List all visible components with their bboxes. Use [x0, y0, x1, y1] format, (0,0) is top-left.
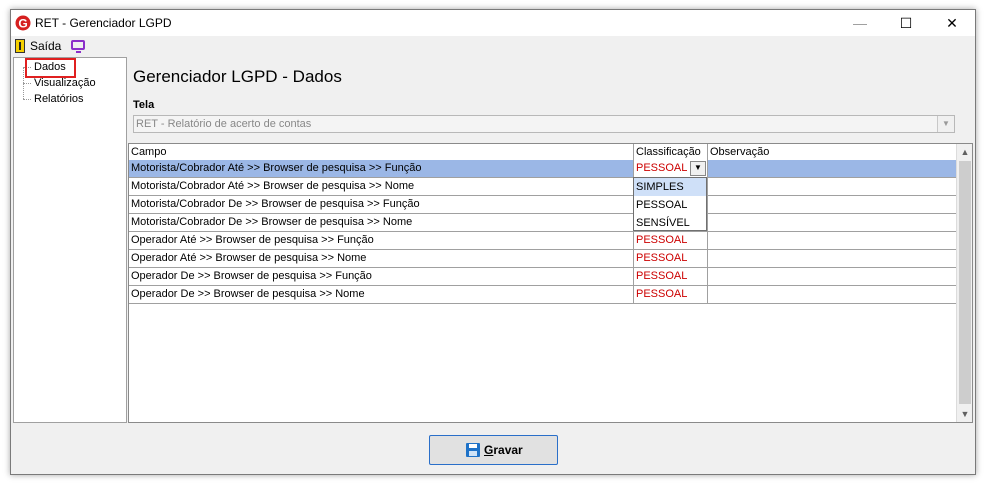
menu-exit[interactable]: Saída: [30, 39, 61, 53]
svg-text:G: G: [18, 17, 27, 31]
cell-classificacao: PESSOAL: [636, 162, 688, 174]
dropdown-option-pessoal[interactable]: PESSOAL: [634, 196, 706, 214]
cell-observacao[interactable]: [708, 160, 957, 177]
tree-item-relatorios[interactable]: Relatórios: [34, 93, 84, 105]
cell-campo[interactable]: Motorista/Cobrador De >> Browser de pesq…: [129, 214, 634, 231]
vertical-scrollbar[interactable]: ▲ ▼: [956, 144, 972, 422]
fields-grid: Campo Classificação Observação Motorista…: [128, 143, 973, 423]
menu-bar: Saída: [11, 36, 975, 56]
maximize-button[interactable]: ☐: [883, 10, 929, 36]
column-header-observacao[interactable]: Observação: [708, 144, 957, 160]
table-row[interactable]: Operador Até >> Browser de pesquisa >> N…: [129, 250, 957, 268]
tree-item-dados[interactable]: Dados: [34, 61, 66, 73]
column-header-campo[interactable]: Campo: [129, 144, 634, 160]
save-button[interactable]: Gravar: [429, 435, 558, 465]
cell-observacao[interactable]: [708, 286, 957, 303]
exit-door-icon[interactable]: [15, 39, 25, 53]
cell-observacao[interactable]: [708, 268, 957, 285]
cell-classificacao[interactable]: PESSOAL: [634, 232, 708, 249]
app-window: G RET - Gerenciador LGPD — ☐ ✕ Saída Dad…: [10, 9, 976, 475]
cell-observacao[interactable]: [708, 250, 957, 267]
save-button-label: Gravar: [484, 443, 523, 457]
cell-classificacao[interactable]: PESSOAL: [634, 286, 708, 303]
cell-observacao[interactable]: [708, 178, 957, 195]
footer-bar: Gravar: [11, 423, 975, 474]
cell-campo[interactable]: Motorista/Cobrador Até >> Browser de pes…: [129, 160, 634, 177]
table-row[interactable]: Motorista/Cobrador De >> Browser de pesq…: [129, 196, 957, 214]
dropdown-option-simples[interactable]: SIMPLES: [634, 178, 706, 196]
title-bar: G RET - Gerenciador LGPD — ☐ ✕: [11, 10, 975, 36]
table-row[interactable]: Motorista/Cobrador De >> Browser de pesq…: [129, 214, 957, 232]
tree-item-visualizacao[interactable]: Visualização: [34, 77, 96, 89]
grid-header: Campo Classificação Observação: [129, 144, 957, 161]
cell-campo[interactable]: Operador Até >> Browser de pesquisa >> N…: [129, 250, 634, 267]
monitor-icon[interactable]: [71, 40, 85, 53]
cell-campo[interactable]: Motorista/Cobrador De >> Browser de pesq…: [129, 196, 634, 213]
close-button[interactable]: ✕: [929, 10, 975, 36]
page-title: Gerenciador LGPD - Dados: [133, 67, 342, 86]
tree-connector: [23, 99, 31, 100]
floppy-disk-icon: [466, 443, 480, 457]
app-logo-icon: G: [15, 15, 31, 31]
tela-select[interactable]: RET - Relatório de acerto de contas ▼: [133, 115, 955, 133]
cell-observacao[interactable]: [708, 232, 957, 249]
save-button-label-rest: ravar: [493, 443, 523, 457]
table-row[interactable]: Operador Até >> Browser de pesquisa >> F…: [129, 232, 957, 250]
tela-select-value: RET - Relatório de acerto de contas: [136, 118, 312, 130]
navigation-tree: Dados Visualização Relatórios: [13, 57, 127, 423]
cell-campo[interactable]: Motorista/Cobrador Até >> Browser de pes…: [129, 178, 634, 195]
tree-connector: [23, 83, 31, 84]
classificacao-dropdown-list: SIMPLES PESSOAL SENSÍVEL: [633, 177, 707, 231]
tela-label: Tela: [133, 99, 155, 111]
save-button-mnemonic: G: [484, 443, 494, 457]
cell-classificacao-editor[interactable]: PESSOAL ▼: [634, 160, 708, 177]
table-row[interactable]: Operador De >> Browser de pesquisa >> No…: [129, 286, 957, 304]
cell-classificacao[interactable]: PESSOAL: [634, 268, 708, 285]
window-title: RET - Gerenciador LGPD: [35, 16, 172, 30]
cell-classificacao[interactable]: PESSOAL: [634, 250, 708, 267]
chevron-down-icon[interactable]: ▼: [690, 161, 706, 176]
cell-observacao[interactable]: [708, 214, 957, 231]
dropdown-option-sensivel[interactable]: SENSÍVEL: [634, 214, 706, 232]
cell-campo[interactable]: Operador De >> Browser de pesquisa >> Fu…: [129, 268, 634, 285]
main-panel: Gerenciador LGPD - Dados Tela RET - Rela…: [128, 57, 974, 423]
table-row[interactable]: Operador De >> Browser de pesquisa >> Fu…: [129, 268, 957, 286]
table-row[interactable]: Motorista/Cobrador Até >> Browser de pes…: [129, 178, 957, 196]
cell-observacao[interactable]: [708, 196, 957, 213]
scroll-up-icon[interactable]: ▲: [957, 144, 973, 160]
scrollbar-thumb[interactable]: [959, 161, 971, 404]
minimize-button[interactable]: —: [837, 10, 883, 36]
cell-campo[interactable]: Operador De >> Browser de pesquisa >> No…: [129, 286, 634, 303]
chevron-down-icon[interactable]: ▼: [937, 116, 954, 132]
scroll-down-icon[interactable]: ▼: [957, 406, 973, 422]
column-header-classificacao[interactable]: Classificação: [634, 144, 708, 160]
table-row[interactable]: Motorista/Cobrador Até >> Browser de pes…: [129, 160, 957, 178]
cell-campo[interactable]: Operador Até >> Browser de pesquisa >> F…: [129, 232, 634, 249]
